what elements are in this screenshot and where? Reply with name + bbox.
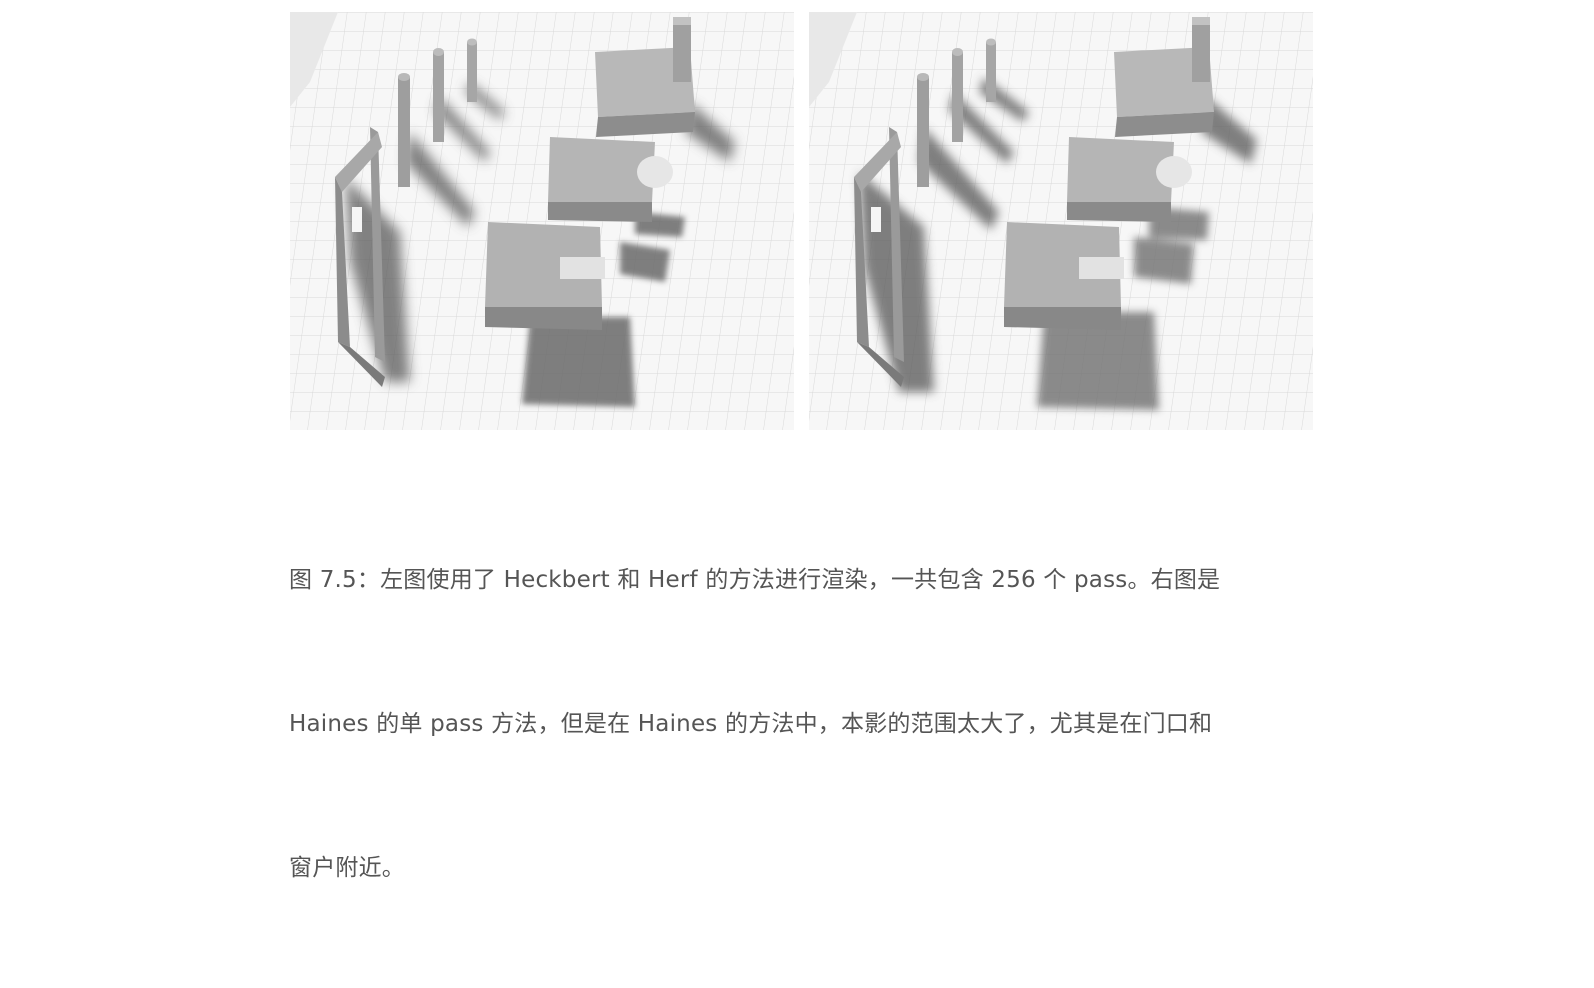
caption-line-3: 窗户附近。 <box>289 855 405 881</box>
c-shaped-block <box>1004 222 1124 330</box>
c-shaped-block <box>485 222 605 330</box>
figure-7-5: 图 7.5：左图使用了 Heckbert 和 Herf 的方法进行渲染，一共包含… <box>0 0 1594 881</box>
render-heckbert-herf <box>290 12 794 430</box>
caption-line-1: 图 7.5：左图使用了 Heckbert 和 Herf 的方法进行渲染，一共包含… <box>289 567 1221 593</box>
render-haines-single-pass <box>809 12 1313 430</box>
figure-caption: 图 7.5：左图使用了 Heckbert 和 Herf 的方法进行渲染，一共包含… <box>289 460 1309 988</box>
caption-line-2: Haines 的单 pass 方法，但是在 Haines 的方法中，本影的范围太… <box>289 711 1213 737</box>
